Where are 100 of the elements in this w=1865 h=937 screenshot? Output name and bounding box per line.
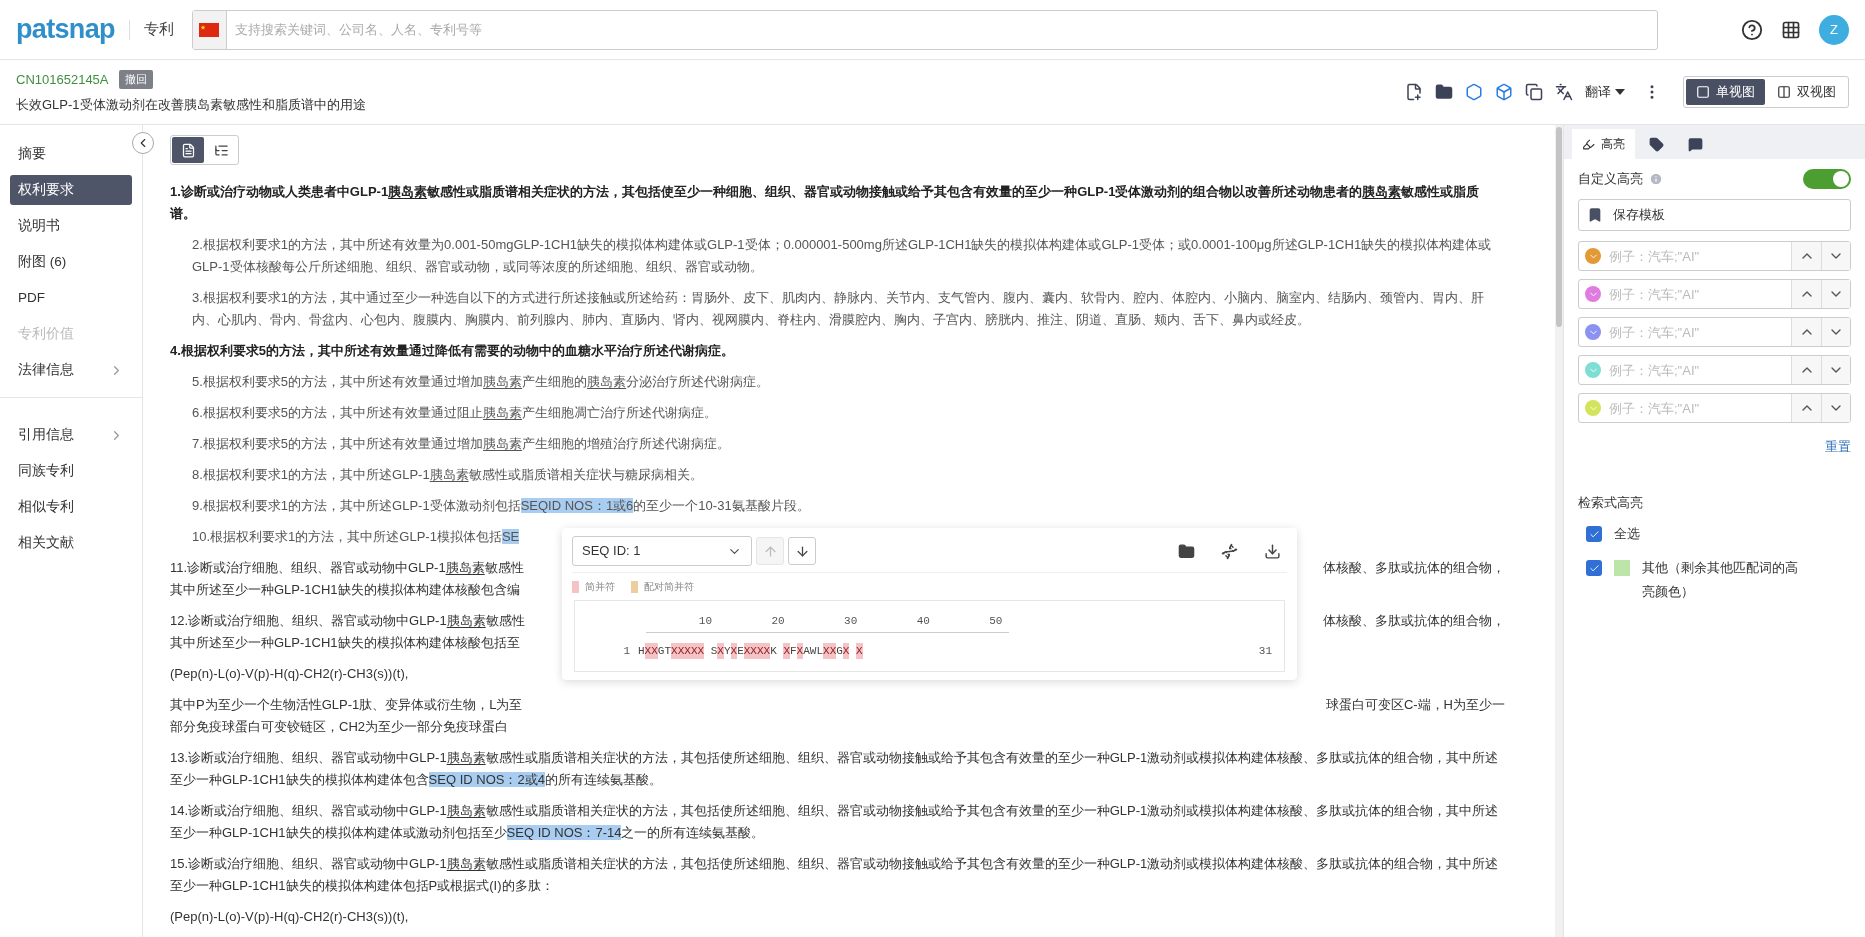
residue: X xyxy=(671,642,678,659)
folder-icon[interactable] xyxy=(1435,83,1453,101)
copy-icon[interactable] xyxy=(1525,83,1543,101)
apps-grid-icon[interactable] xyxy=(1781,19,1801,40)
residue: X xyxy=(842,642,850,659)
keyword-input[interactable]: 例子：汽车;"AI" xyxy=(1601,318,1791,346)
move-down-button[interactable] xyxy=(1821,394,1850,422)
residue: X xyxy=(730,642,738,659)
legend-label: 配对简并符 xyxy=(644,580,694,594)
next-button[interactable] xyxy=(788,537,816,565)
residue: X xyxy=(750,642,757,659)
outline-icon xyxy=(213,142,229,158)
folder-icon[interactable] xyxy=(1178,542,1195,560)
ruler-label: 20 xyxy=(770,614,786,629)
residue: X xyxy=(756,642,764,659)
sequence-select[interactable]: SEQ ID: 1 xyxy=(572,536,752,566)
claim-text: 球蛋白可变区C-端，H为至少一 xyxy=(1325,696,1505,714)
help-icon[interactable] xyxy=(1741,18,1763,41)
document-icon xyxy=(180,142,196,158)
keyword-input[interactable]: 例子：汽车;"AI" xyxy=(1601,242,1791,270)
keyword-input[interactable]: 例子：汽车;"AI" xyxy=(1601,280,1791,308)
claim-text: 1.诊断或治疗动物或人类患者中GLP-1胰岛素敏感性或脂质谱相关症状的方法，其包括使至少一种细胞、组织、器官或动物接触或给予其包含有效量的至少一种GLP-1受体激动剂的组合物以改善所述动物患者的胰岛素敏感性或脂质谱。 xyxy=(170,183,1481,223)
reset-link[interactable]: 重置 xyxy=(1825,437,1851,457)
translate-dropdown[interactable]: 翻译 xyxy=(1585,82,1625,102)
option-label: 其他（剩余其他匹配词的高亮颜色） xyxy=(1642,560,1799,601)
sidebar-item[interactable]: 权利要求 xyxy=(10,175,132,205)
comment-icon xyxy=(1688,136,1703,152)
residue: X xyxy=(644,642,652,659)
highlighter-icon xyxy=(1582,137,1595,151)
sidebar-item[interactable]: 相关文献 xyxy=(10,528,132,558)
residue: G xyxy=(836,643,843,659)
claim-text: 其中所述至少一种GLP-1CH1缺失的模拟体构建体核酸包括至 xyxy=(170,634,520,652)
save-template-button[interactable]: 保存模板 xyxy=(1578,199,1851,231)
move-up-button[interactable] xyxy=(1791,394,1821,422)
highlight-keyword-field[interactable]: 例子：汽车;"AI" xyxy=(1578,355,1851,385)
row-end-number: 31 xyxy=(1258,643,1273,659)
bookmark-icon xyxy=(1587,207,1603,223)
residue: T xyxy=(664,643,672,659)
move-down-button[interactable] xyxy=(1821,318,1850,346)
move-up-button[interactable] xyxy=(1791,280,1821,308)
highlight-keyword-field[interactable]: 例子：汽车;"AI" xyxy=(1578,241,1851,271)
highlight-keyword-field[interactable]: 例子：汽车;"AI" xyxy=(1578,279,1851,309)
claim-text: (Pep(n)-L(o)-V(p)-H(q)-CH2(r)-CH3(s))(t), xyxy=(170,665,410,683)
claim-text: 体核酸、多肽或抗体的组合物， xyxy=(1323,612,1505,630)
sidebar-item[interactable]: 同族专利 xyxy=(10,456,132,486)
move-down-button[interactable] xyxy=(1821,242,1850,270)
sidebar-item[interactable]: 说明书 xyxy=(10,211,132,241)
residue: X xyxy=(829,642,837,659)
sidebar-item[interactable]: 附图 (6) xyxy=(10,247,132,277)
move-up-button[interactable] xyxy=(1791,318,1821,346)
collapse-button[interactable] xyxy=(132,132,154,154)
sidebar-item[interactable]: 摘要 xyxy=(10,139,132,169)
view-tab[interactable]: 单视图 xyxy=(1686,79,1765,105)
move-down-button[interactable] xyxy=(1821,356,1850,384)
residue: F xyxy=(790,643,797,659)
claim-text: 6.根据权利要求5的方法，其中所述有效量通过阻止胰岛素产生细胞凋亡治疗所述代谢病症。 xyxy=(191,404,719,422)
highlight-keyword-field[interactable]: 例子：汽车;"AI" xyxy=(1578,317,1851,347)
move-down-button[interactable] xyxy=(1821,280,1850,308)
add-document-icon[interactable] xyxy=(1405,83,1423,101)
ruler-label: 10 xyxy=(697,614,713,629)
residue: K xyxy=(770,643,777,659)
sidebar-item[interactable]: 引用信息 xyxy=(10,420,132,450)
download-icon[interactable] xyxy=(1264,542,1281,560)
cube-icon[interactable] xyxy=(1495,83,1513,101)
scrollbar[interactable] xyxy=(1555,125,1563,937)
keyword-input[interactable]: 例子：汽车;"AI" xyxy=(1601,356,1791,384)
dna-icon[interactable] xyxy=(1221,542,1238,560)
claim-text: 体核酸、多肽或抗体的组合物， xyxy=(1323,559,1505,577)
residue: X xyxy=(796,642,804,659)
claim-text: 3.根据权利要求1的方法，其中通过至少一种选自以下的方式进行所述接触或所述给药：胃肠外、皮下、肌肉内、静脉内、关节内、支气管内、腹内、囊内、软骨内、腔内、体腔内、小脑内、脑室内、结肠内、颈管内、胃内、肝内、心肌内、骨内、骨盆内、心包内、腹膜内、胸膜内、前列腺内、肺内、直肠内、肾内、视网膜内、脊柱内、滑膜腔内、胸内、子宫内、膀胱内、推注、阴道、直肠、颊内、舌下、鼻内或经皮。 xyxy=(191,289,1486,329)
logo[interactable]: patsnap xyxy=(16,9,115,50)
status-badge: 撤回 xyxy=(118,70,153,89)
legend-label: 简并符 xyxy=(585,580,615,594)
translate-icon[interactable] xyxy=(1555,83,1573,101)
residue: A xyxy=(803,643,810,659)
move-up-button[interactable] xyxy=(1791,242,1821,270)
document-view-button[interactable] xyxy=(172,137,204,163)
china-flag-icon[interactable] xyxy=(199,22,220,37)
claim-text: 7.根据权利要求5的方法，其中所述有效量通过增加胰岛素产生细胞的增殖治疗所述代谢病症。 xyxy=(191,435,732,453)
claim-text: (Pep(n)-L(o)-V(p)-H(q)-CH2(r)-CH3(s))(t), xyxy=(170,908,410,926)
checkbox[interactable] xyxy=(1586,526,1602,542)
claim-text: 15.诊断或治疗细胞、组织、器官或动物中GLP-1胰岛素敏感性或脂质谱相关症状的方法，其包括使所述细胞、组织、器官或动物接触或给予其包含有效量的至少一种GLP-1激动剂或模拟体构建体核酸、多肽或抗体的组合物，其中所述至少一种GLP-1CH1缺失的模拟体构建体包括P或根据式(I)的多肽： xyxy=(170,855,1500,895)
move-up-button[interactable] xyxy=(1791,356,1821,384)
claim-text: 其中P为至少一个生物活性GLP-1肽、变异体或衍生物，L为至 xyxy=(170,696,523,714)
highlight-keyword-field[interactable]: 例子：汽车;"AI" xyxy=(1578,393,1851,423)
check-icon xyxy=(1588,562,1600,574)
view-tab[interactable]: 双视图 xyxy=(1767,79,1846,105)
ruler-label: 50 xyxy=(988,614,1004,629)
sidebar-item[interactable]: 法律信息 xyxy=(10,355,132,385)
sidebar-item[interactable]: 相似专利 xyxy=(10,492,132,522)
claim-text: 5.根据权利要求5的方法，其中所述有效量通过增加胰岛素产生细胞的胰岛素分泌治疗所述代谢病症。 xyxy=(191,373,771,391)
hexagon-icon[interactable] xyxy=(1465,83,1483,101)
highlight-tab[interactable]: 高亮 xyxy=(1572,129,1635,159)
checkbox[interactable] xyxy=(1586,560,1602,576)
residue: X xyxy=(823,642,830,659)
claim-text: 11.诊断或治疗细胞、组织、器官或动物中GLP-1胰岛素敏感性 xyxy=(170,559,524,577)
keyword-input[interactable]: 例子：汽车;"AI" xyxy=(1601,394,1791,422)
claim-text: 2.根据权利要求1的方法，其中所述有效量为0.001-50mgGLP-1CH1缺失的模拟体构建体或GLP-1受体；0.000001-500mg所述GLP-1CH1缺失的模拟体构建体或GLP-1受体；或0.0001-100μg所述GLP-1CH1缺失的模拟体构建体或GLP-1受体核酸每公斤所述细胞、组织、器官或动物，或同等浓度的所述细胞、组织、器官或动物。 xyxy=(191,236,1493,276)
toggle-switch[interactable] xyxy=(1803,169,1851,189)
sidebar-item[interactable]: PDF xyxy=(10,283,132,313)
